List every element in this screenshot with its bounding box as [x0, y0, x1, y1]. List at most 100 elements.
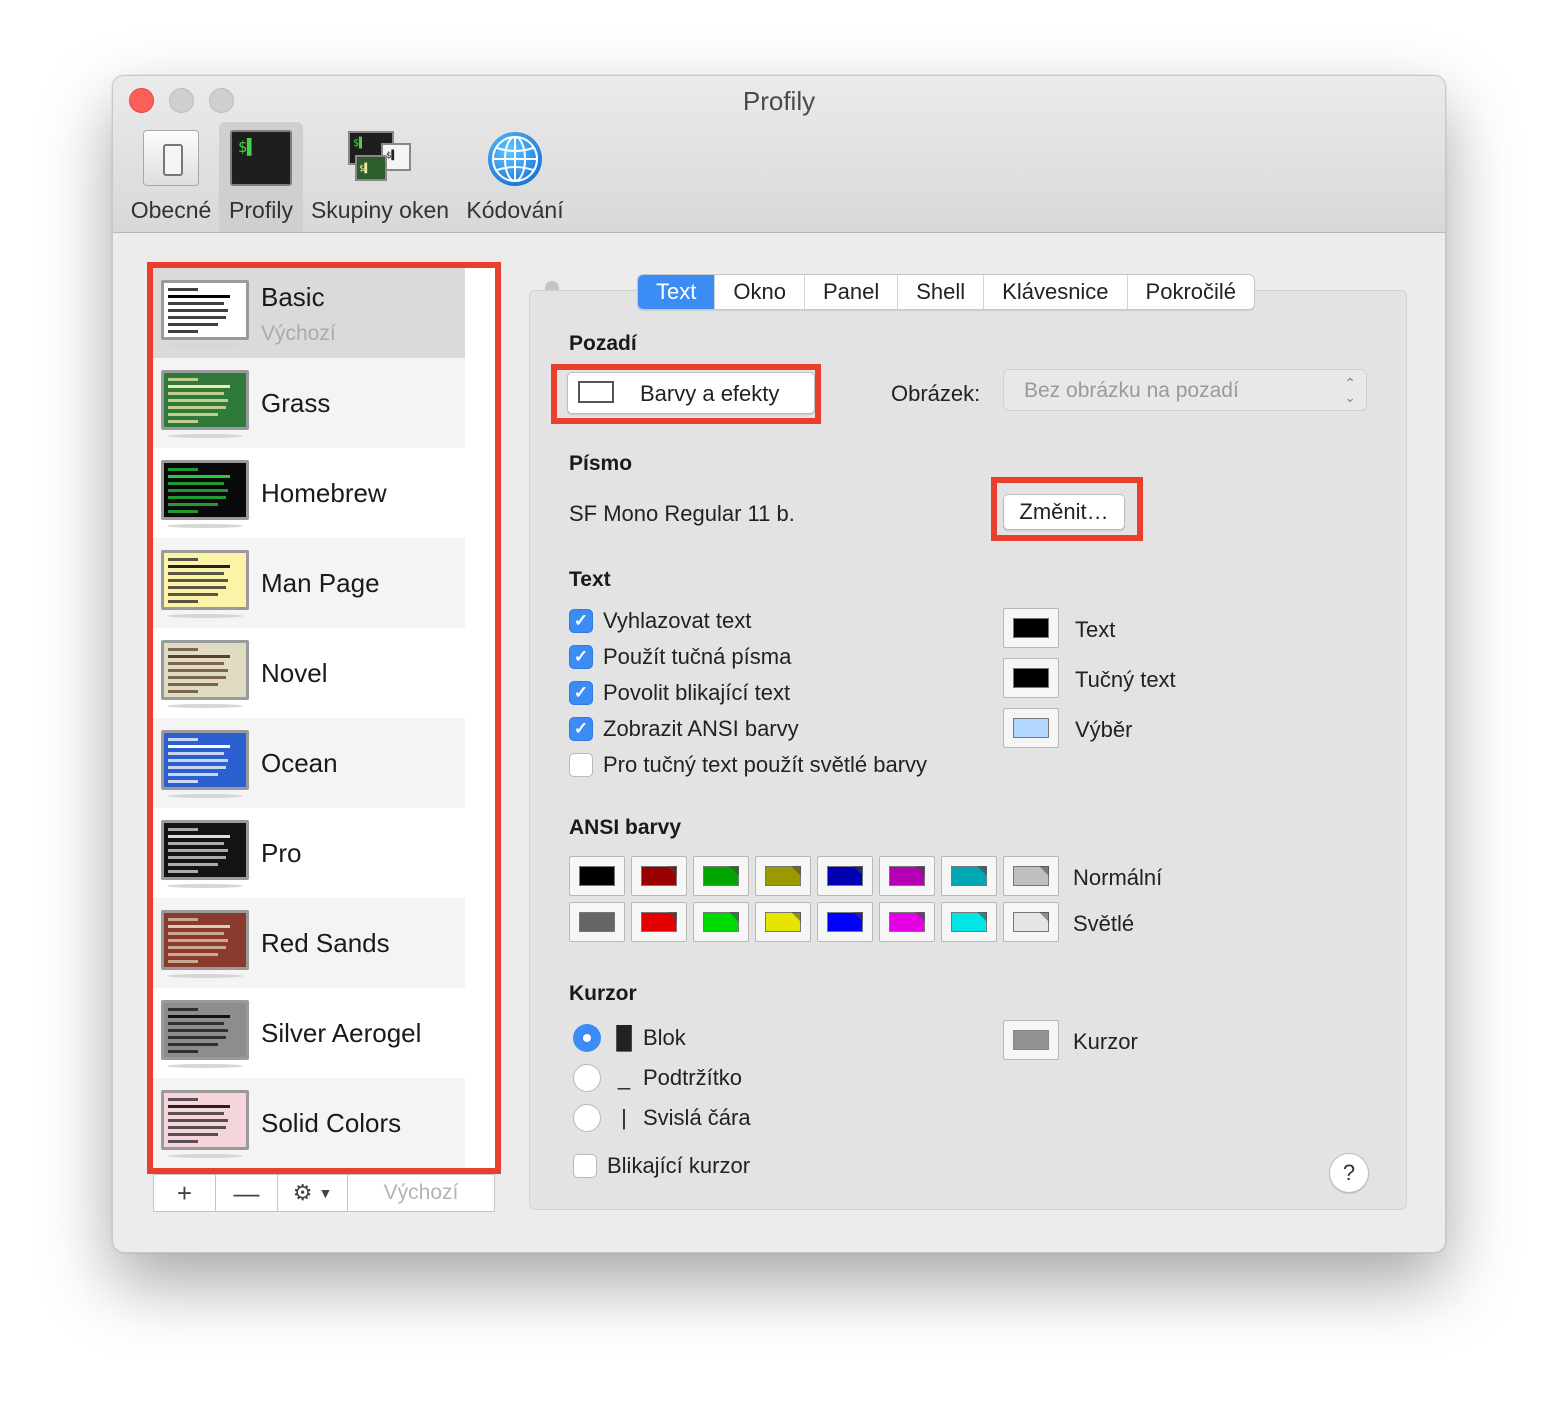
block-cursor-icon: █ — [616, 1025, 632, 1050]
color-swatch — [827, 912, 863, 932]
help-button[interactable]: ? — [1329, 1153, 1369, 1193]
ansi-bright-color-well[interactable] — [755, 902, 811, 942]
general-icon — [143, 130, 199, 186]
tab-window[interactable]: Okno — [715, 275, 805, 309]
background-image-select[interactable]: Bez obrázku na pozadí ⌃ ⌄ — [1003, 369, 1367, 411]
ansi-normal-color-well[interactable] — [755, 856, 811, 896]
select-arrows-icon: ⌃ ⌄ — [1344, 375, 1356, 405]
checkbox-label: Zobrazit ANSI barvy — [603, 716, 799, 741]
chevron-down-icon: ▼ — [318, 1185, 333, 1201]
bar-cursor-icon: | — [621, 1105, 627, 1130]
ansi-colors-checkbox[interactable]: ✓ Zobrazit ANSI barvy — [569, 716, 799, 742]
color-swatch — [765, 912, 801, 932]
color-swatch — [1013, 912, 1049, 932]
bold-text-color-well[interactable] — [1003, 658, 1059, 698]
remove-profile-button[interactable]: — — [216, 1175, 278, 1211]
tab-text[interactable]: Text — [638, 275, 716, 309]
radio-label: Svislá čára — [643, 1105, 751, 1130]
color-swatch — [1013, 618, 1049, 638]
set-default-button[interactable]: Výchozí — [348, 1175, 494, 1211]
tab-panel[interactable]: Panel — [805, 275, 899, 309]
smooth-text-checkbox[interactable]: ✓ Vyhlazovat text — [569, 608, 751, 634]
gear-icon: ⚙ — [292, 1180, 313, 1205]
profile-list-buttons: + — ⚙ ▼ Výchozí — [153, 1174, 495, 1212]
tab-shell[interactable]: Shell — [898, 275, 985, 309]
cursor-heading: Kurzor — [569, 982, 637, 1005]
toolbar-item-window-groups[interactable]: $▌ $▌ $▌ Skupiny oken — [307, 122, 453, 232]
tab-advanced[interactable]: Pokročilé — [1128, 275, 1254, 309]
color-swatch — [703, 912, 739, 932]
color-swatch — [951, 866, 987, 886]
background-image-value: Bez obrázku na pozadí — [1024, 379, 1239, 402]
blinking-text-checkbox[interactable]: ✓ Povolit blikající text — [569, 680, 790, 706]
cursor-color-well[interactable] — [1003, 1020, 1059, 1060]
window-groups-icon: $▌ $▌ $▌ — [348, 130, 412, 184]
text-color-well[interactable] — [1003, 608, 1059, 648]
ansi-bright-label: Světlé — [1073, 911, 1135, 936]
color-swatch — [1013, 1030, 1049, 1050]
preferences-window: Profily Obecné $▌ Profily $▌ $▌ $▌ Skupi… — [112, 75, 1446, 1253]
add-profile-button[interactable]: + — [154, 1175, 216, 1211]
toolbar-item-encoding[interactable]: Kódování — [461, 122, 569, 232]
ansi-normal-color-well[interactable] — [879, 856, 935, 896]
color-swatch — [579, 866, 615, 886]
ansi-normal-color-well[interactable] — [941, 856, 997, 896]
cursor-bar-radio[interactable]: | Svislá čára — [573, 1104, 751, 1132]
ansi-normal-color-well[interactable] — [1003, 856, 1059, 896]
checkmark-icon: ✓ — [569, 609, 593, 633]
ansi-bright-color-well[interactable] — [941, 902, 997, 942]
ansi-bright-color-well[interactable] — [631, 902, 687, 942]
radio-label: Podtržítko — [643, 1065, 743, 1090]
ansi-normal-color-well[interactable] — [569, 856, 625, 896]
svg-text:$▌: $▌ — [353, 136, 365, 149]
profile-actions-menu-button[interactable]: ⚙ ▼ — [278, 1175, 348, 1211]
color-swatch — [889, 912, 925, 932]
ansi-heading: ANSI barvy — [569, 816, 682, 839]
radio-label: Blok — [643, 1025, 686, 1050]
color-swatch — [579, 912, 615, 932]
titlebar: Profily Obecné $▌ Profily $▌ $▌ $▌ Skupi… — [113, 76, 1445, 233]
bold-fonts-checkbox[interactable]: ✓ Použít tučná písma — [569, 644, 791, 670]
ansi-bright-color-well[interactable] — [817, 902, 873, 942]
selection-color-well[interactable] — [1003, 708, 1059, 748]
image-label: Obrázek: — [891, 381, 981, 406]
text-color-label: Text — [1075, 617, 1116, 642]
toolbar-label: Skupiny oken — [310, 197, 450, 223]
cursor-color-label: Kurzor — [1073, 1029, 1138, 1054]
ansi-bright-color-well[interactable] — [569, 902, 625, 942]
color-swatch — [765, 866, 801, 886]
cursor-block-radio[interactable]: █ Blok — [573, 1024, 686, 1052]
toolbar-item-profiles[interactable]: $▌ Profily — [219, 122, 303, 232]
color-swatch — [703, 866, 739, 886]
color-swatch — [827, 866, 863, 886]
font-value: SF Mono Regular 11 b. — [569, 501, 795, 526]
blinking-cursor-checkbox[interactable]: Blikající kurzor — [573, 1153, 750, 1179]
toolbar-label: Kódování — [466, 197, 564, 223]
checkbox-label: Blikající kurzor — [607, 1153, 751, 1178]
font-heading: Písmo — [569, 452, 633, 475]
svg-text:$▌: $▌ — [386, 149, 397, 161]
highlight-frame-colors — [551, 364, 821, 424]
color-swatch — [641, 866, 677, 886]
text-heading: Text — [569, 568, 611, 591]
ansi-bright-color-well[interactable] — [1003, 902, 1059, 942]
ansi-bright-color-well[interactable] — [879, 902, 935, 942]
checkbox-label: Pro tučný text použít světlé barvy — [603, 752, 928, 777]
bold-text-color-label: Tučný text — [1075, 667, 1176, 692]
toolbar-label: Profily — [229, 197, 293, 223]
ansi-normal-color-well[interactable] — [631, 856, 687, 896]
cursor-underline-radio[interactable]: _ Podtržítko — [573, 1064, 742, 1092]
ansi-bright-color-well[interactable] — [693, 902, 749, 942]
background-heading: Pozadí — [569, 332, 637, 355]
color-swatch — [889, 866, 925, 886]
color-swatch — [951, 912, 987, 932]
bright-bold-checkbox[interactable]: Pro tučný text použít světlé barvy — [569, 752, 927, 778]
ansi-normal-color-well[interactable] — [693, 856, 749, 896]
selection-color-label: Výběr — [1075, 717, 1133, 742]
toolbar-item-general[interactable]: Obecné — [125, 122, 217, 232]
ansi-normal-color-well[interactable] — [817, 856, 873, 896]
checkbox-label: Použít tučná písma — [603, 644, 792, 669]
globe-icon — [486, 130, 544, 188]
tab-keyboard[interactable]: Klávesnice — [984, 275, 1128, 309]
checkbox-label: Vyhlazovat text — [603, 608, 752, 633]
